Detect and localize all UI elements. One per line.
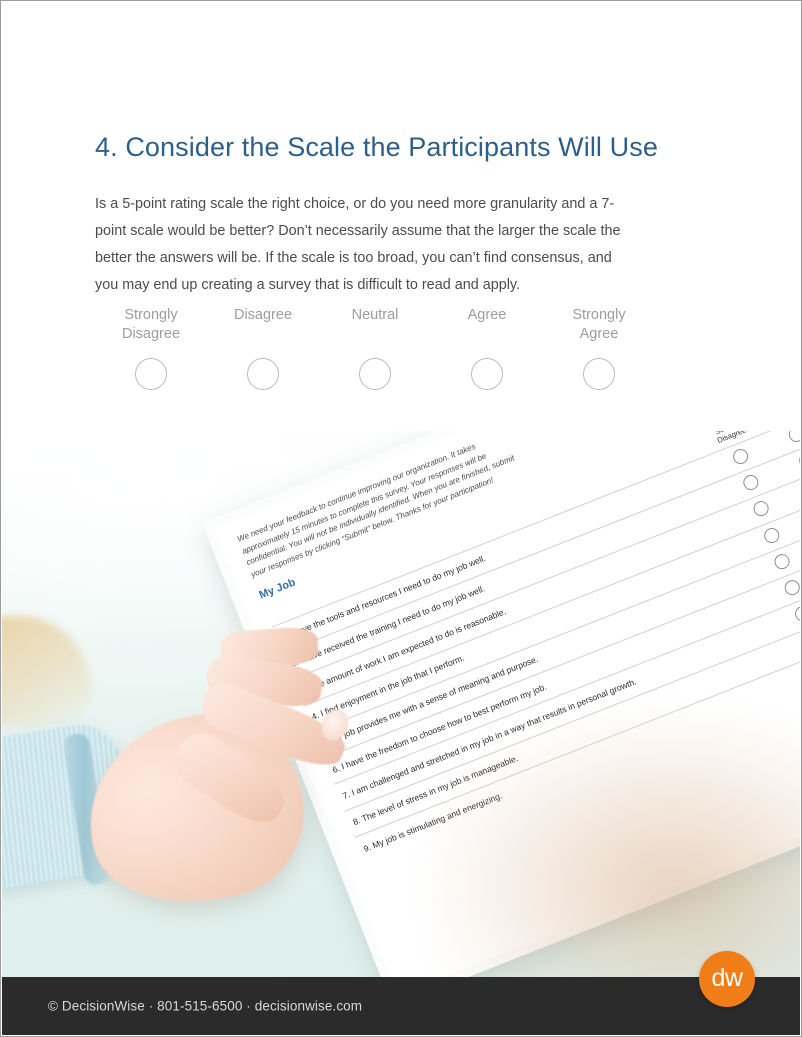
likert-scale: Strongly Disagree Disagree Neutral Agree… — [95, 306, 655, 391]
footer-contact-text: © DecisionWise · 801-515-6500 · decision… — [48, 998, 363, 1014]
scale-option-disagree[interactable]: Disagree — [207, 306, 319, 390]
content-block: 4. Consider the Scale the Participants W… — [95, 131, 658, 299]
scale-label: Agree — [467, 307, 507, 323]
radio-disagree[interactable] — [247, 358, 279, 390]
decisionwise-logo[interactable]: dw — [699, 951, 755, 1007]
logo-label: dw — [711, 963, 743, 992]
scale-label: Neutral — [351, 307, 399, 323]
page-footer: © DecisionWise · 801-515-6500 · decision… — [2, 977, 800, 1035]
scale-label: Strongly Agree — [572, 307, 626, 343]
scale-option-agree[interactable]: Agree — [431, 306, 543, 390]
hero-photo: Employee Engagement We need your feedbac… — [2, 431, 800, 977]
radio-agree[interactable] — [471, 358, 503, 390]
scale-option-strongly-agree[interactable]: Strongly Agree — [543, 306, 655, 391]
hand-photo — [2, 621, 412, 951]
photo-warm-highlight — [420, 707, 800, 977]
scale-option-strongly-disagree[interactable]: Strongly Disagree — [95, 306, 207, 391]
scale-label: Strongly Disagree — [121, 307, 181, 343]
radio-strongly-disagree[interactable] — [135, 358, 167, 391]
radio-neutral[interactable] — [359, 358, 391, 390]
radio-strongly-agree[interactable] — [583, 358, 615, 391]
document-page: 4. Consider the Scale the Participants W… — [0, 0, 802, 1037]
page-title: 4. Consider the Scale the Participants W… — [95, 132, 658, 162]
scale-option-neutral[interactable]: Neutral — [319, 306, 431, 390]
scale-label: Disagree — [233, 307, 293, 323]
body-paragraph: Is a 5-point rating scale the right choi… — [95, 196, 621, 293]
